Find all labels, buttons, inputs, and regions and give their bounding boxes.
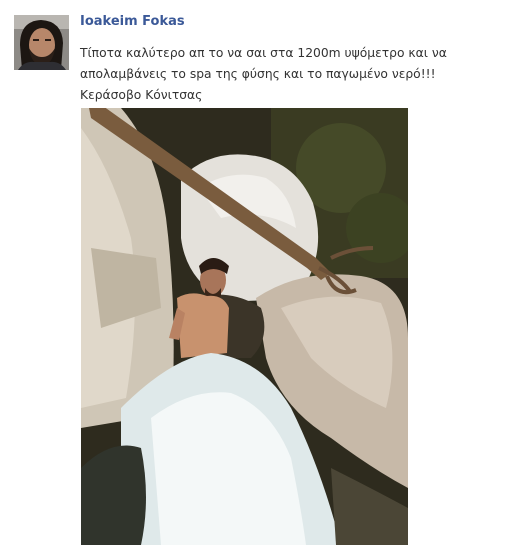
avatar-image xyxy=(14,15,69,70)
waterfall-photo-image xyxy=(81,108,408,545)
author-avatar[interactable] xyxy=(14,15,69,70)
post-message: Τίποτα καλύτερο απ το να σαι στα 1200m υ… xyxy=(80,46,447,102)
post-photo[interactable] xyxy=(81,108,408,545)
facebook-post: Ioakeim Fokas Τίποτα καλύτερο απ το να σ… xyxy=(0,0,506,555)
author-name-link[interactable]: Ioakeim Fokas xyxy=(80,14,185,29)
